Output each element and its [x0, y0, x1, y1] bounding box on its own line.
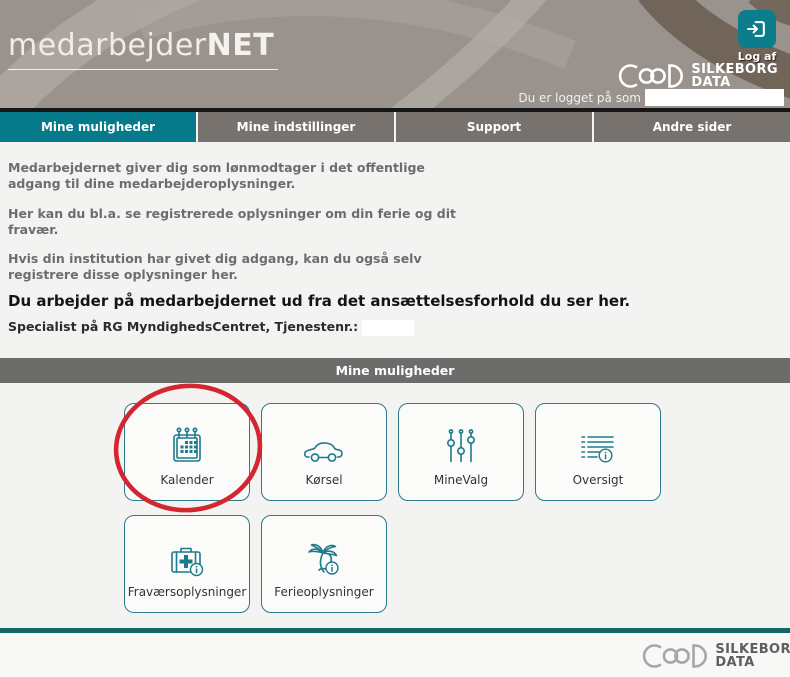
intro-paragraph: Her kan du bl.a. se registrerede oplysni…	[8, 206, 466, 239]
card-fravaersoplysninger[interactable]: Fraværsoplysninger	[124, 515, 250, 613]
silkeborg-data-mark-icon	[637, 640, 709, 672]
card-label: MineValg	[434, 473, 488, 487]
app-logo-bold-part: NET	[207, 28, 275, 63]
calendar-icon	[169, 418, 205, 466]
service-number-box	[362, 320, 414, 336]
logout-icon[interactable]	[738, 10, 776, 48]
silkeborg-data-wordmark: SILKEBORG DATA	[691, 63, 778, 89]
section-title: Mine muligheder	[336, 363, 455, 378]
silkeborg-data-logo-footer: SILKEBORG DATA	[637, 640, 790, 672]
intro-paragraph: Medarbejdernet giver dig som lønmodtager…	[8, 160, 466, 193]
main-navigation: Mine muligheder Mine indstillinger Suppo…	[0, 112, 790, 142]
silkeborg-data-wordmark: SILKEBORG DATA	[715, 643, 790, 669]
card-kalender[interactable]: Kalender	[124, 403, 250, 501]
header: medarbejderNET Log af	[0, 0, 790, 108]
app-logo-light-part: medarbejder	[8, 28, 207, 63]
card-label: Ferieoplysninger	[274, 585, 373, 599]
card-oversigt[interactable]: Oversigt	[535, 403, 661, 501]
tab-mine-indstillinger[interactable]: Mine indstillinger	[196, 112, 394, 142]
app-logo: medarbejderNET	[8, 28, 278, 70]
card-koersel[interactable]: Kørsel	[261, 403, 387, 501]
tab-support[interactable]: Support	[394, 112, 592, 142]
card-minevalg[interactable]: MineValg	[398, 403, 524, 501]
first-aid-info-icon	[168, 530, 206, 578]
palm-info-icon	[305, 530, 343, 578]
employment-detail: Specialist på RG MyndighedsCentret, Tjen…	[8, 319, 414, 336]
tab-andre-sider[interactable]: Andre sider	[592, 112, 790, 142]
card-label: Oversigt	[573, 473, 624, 487]
content-area: Medarbejdernet giver dig som lønmodtager…	[0, 142, 790, 628]
logged-in-status: Du er logget på som	[518, 89, 784, 106]
card-label: Fraværsoplysninger	[128, 585, 247, 599]
footer: SILKEBORG DATA	[0, 633, 790, 677]
logged-in-label: Du er logget på som	[518, 91, 641, 105]
silkeborg-data-logo-header: SILKEBORG DATA	[613, 60, 778, 92]
sliders-icon	[443, 418, 479, 466]
tab-mine-muligheder[interactable]: Mine muligheder	[0, 112, 196, 142]
logout-button[interactable]: Log af	[735, 10, 779, 63]
card-ferieoplysninger[interactable]: Ferieoplysninger	[261, 515, 387, 613]
card-label: Kørsel	[305, 473, 342, 487]
employment-detail-label: Specialist på RG MyndighedsCentret, Tjen…	[8, 319, 358, 334]
card-label: Kalender	[160, 473, 213, 487]
logged-in-username-box	[645, 89, 784, 106]
silkeborg-data-mark-icon	[613, 60, 685, 92]
employment-heading: Du arbejder på medarbejdernet ud fra det…	[8, 292, 630, 310]
medarbejdernet-page: medarbejderNET Log af	[0, 0, 790, 677]
card-grid: Kalender Kørsel	[124, 403, 684, 613]
car-icon	[302, 418, 346, 466]
intro-paragraph: Hvis din institution har givet dig adgan…	[8, 251, 466, 284]
section-header: Mine muligheder	[0, 358, 790, 383]
intro-text: Medarbejdernet giver dig som lønmodtager…	[8, 160, 466, 297]
list-info-icon	[579, 418, 617, 466]
